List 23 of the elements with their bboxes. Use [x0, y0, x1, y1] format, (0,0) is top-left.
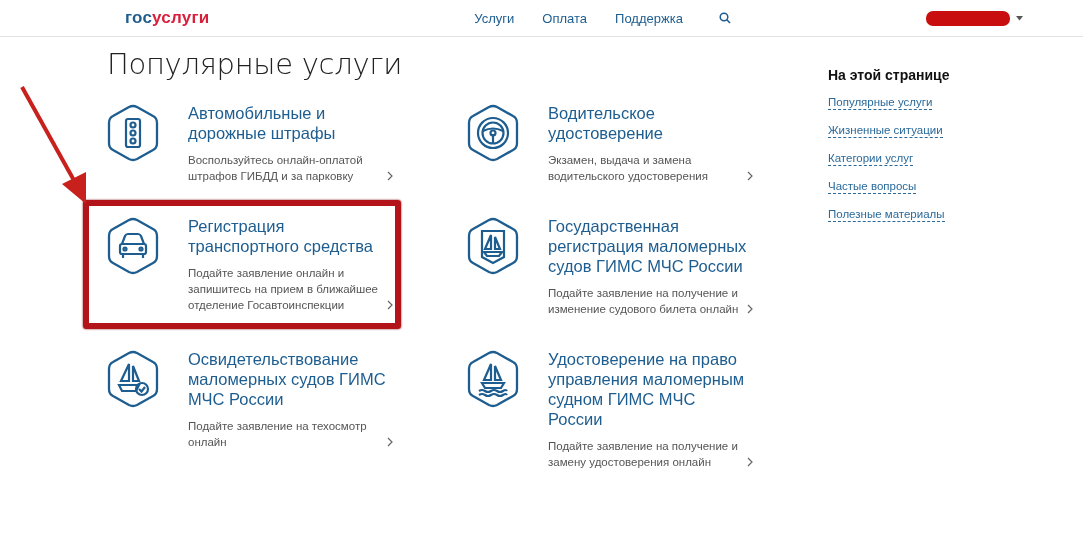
service-title[interactable]: Автомобильные и дорожные штрафы: [188, 103, 388, 143]
service-description: Подайте заявление на получение и изменение судового билета онлайн: [548, 286, 740, 317]
sidebar-link[interactable]: Жизненные ситуации: [828, 123, 943, 138]
service-description: Подайте заявление на техосмотр онлайн: [188, 419, 368, 450]
sidebar-link[interactable]: Частые вопросы: [828, 179, 917, 194]
page-heading: Популярные услуги: [107, 47, 404, 81]
service-description: Подайте заявление на получение и замену удостоверения онлайн: [548, 439, 739, 470]
service-description: Подайте заявление онлайн и запишитесь на прием в ближайшее отделение Госавтоинспекции: [188, 266, 379, 313]
service-title[interactable]: Удостоверение на право управления маломерным судном ГИМС МЧС России: [548, 349, 748, 429]
sidebar-link[interactable]: Популярные услуги: [828, 95, 933, 110]
sidebar-heading: На этой странице: [828, 67, 950, 83]
service-title[interactable]: Водительское удостоверение: [548, 103, 748, 143]
sidebar-link[interactable]: Полезные материалы: [828, 207, 945, 222]
nav-link[interactable]: Услуги: [474, 10, 515, 26]
sidebar-link[interactable]: Категории услуг: [828, 151, 914, 166]
site-logo[interactable]: госуслуги: [125, 8, 210, 28]
service-title[interactable]: Государственная регистрация маломерных судов ГИМС МЧС России: [548, 216, 748, 276]
service-title[interactable]: Освидетельствование маломерных судов ГИМС МЧС России: [188, 349, 388, 409]
service-title[interactable]: Регистрация транспортного средства: [188, 216, 388, 256]
service-description: Воспользуйтесь онлайн-оплатой штрафов ГИБДД и за парковку: [188, 153, 364, 184]
nav-link[interactable]: Поддержка: [615, 10, 683, 26]
service-description: Экзамен, выдача и замена водительского удостоверения: [548, 153, 709, 184]
nav-link[interactable]: Оплата: [542, 10, 588, 26]
